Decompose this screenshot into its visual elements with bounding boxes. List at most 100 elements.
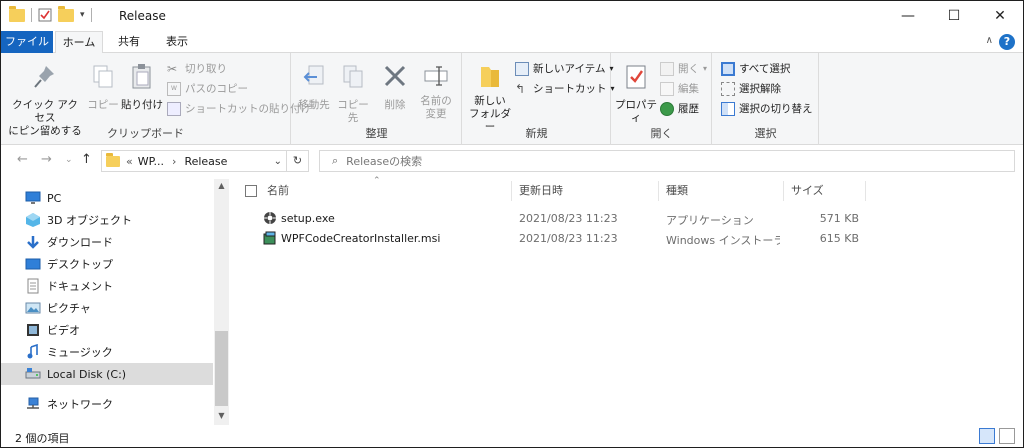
new-group: 新しい フォルダー 新しいアイテム ▾ ↰ ショートカット ▾ 新規 — [463, 53, 615, 145]
quick-access-toolbar: ▾ — [9, 5, 92, 22]
paste-shortcut-button[interactable]: ショートカットの貼り付け — [167, 101, 311, 116]
properties-quick-icon[interactable] — [38, 8, 52, 22]
file-name[interactable]: WPFCodeCreatorInstaller.msi — [281, 232, 440, 245]
pictures-icon — [25, 302, 41, 314]
search-box[interactable]: ⌕ Releaseの検索 — [319, 150, 1015, 172]
download-icon — [27, 236, 39, 249]
open-group: プロパティ 開く ▾ 編集 履歴 開く — [612, 53, 712, 145]
forward-arrow-icon[interactable]: → — [41, 152, 52, 167]
move-to-icon — [303, 65, 324, 85]
file-size: 615 KB — [819, 232, 859, 245]
up-arrow-icon[interactable]: ↑ — [81, 152, 92, 167]
select-all-button[interactable]: すべて選択 — [721, 61, 790, 76]
select-all-checkbox[interactable] — [245, 185, 257, 197]
column-header-type[interactable]: 種類 — [660, 179, 783, 203]
tab-home[interactable]: ホーム — [55, 31, 103, 54]
copy-button[interactable]: コピー — [87, 59, 119, 112]
tab-file[interactable]: ファイル — [1, 31, 53, 53]
scroll-down-icon[interactable]: ▼ — [214, 411, 229, 420]
nav-item-documents[interactable]: ドキュメント — [1, 275, 213, 297]
open-button[interactable]: 開く ▾ — [660, 61, 707, 76]
back-arrow-icon[interactable]: ← — [17, 152, 28, 167]
nav-item-pictures[interactable]: ピクチャ — [1, 297, 213, 319]
edit-button[interactable]: 編集 — [660, 81, 699, 96]
file-size: 571 KB — [819, 212, 859, 225]
open-icon — [660, 61, 674, 76]
copy-path-button[interactable]: W パスのコピー — [167, 81, 248, 96]
pin-icon — [34, 66, 54, 88]
tab-share[interactable]: 共有 — [109, 31, 149, 53]
help-icon[interactable]: ? — [999, 34, 1015, 50]
desktop-icon — [25, 258, 41, 270]
breadcrumb-wp[interactable]: WP... — [138, 155, 164, 168]
setup-exe-icon — [264, 212, 276, 224]
select-group-label: 選択 — [754, 127, 777, 140]
organize-group: 移動先 コピー先 削除 名前の 変更 整理 — [292, 53, 462, 145]
history-button[interactable]: 履歴 — [660, 101, 699, 116]
new-item-icon — [515, 61, 529, 76]
details-view-icon[interactable] — [979, 428, 995, 444]
explorer-window: ▾ Release — ☐ ✕ ファイル ホーム 共有 表示 ∧ ? クイック … — [0, 0, 1024, 448]
open-dropdown-icon: ▾ — [703, 64, 708, 73]
close-button[interactable]: ✕ — [977, 1, 1023, 31]
table-row[interactable]: WPFCodeCreatorInstaller.msi 2021/08/23 1… — [231, 229, 1023, 249]
navigation-pane: PC 3D オブジェクト ダウンロード デスクトップ ドキュメント ピクチャ ビ… — [1, 179, 229, 425]
nav-pane-scrollbar[interactable]: ▲ ▼ — [214, 179, 229, 425]
table-row[interactable]: setup.exe 2021/08/23 11:23 アプリケーション 571 … — [231, 209, 1023, 229]
properties-button[interactable]: プロパティ — [614, 59, 658, 125]
nav-item-local-disk[interactable]: Local Disk (C:) — [1, 363, 213, 385]
nav-item-desktop[interactable]: デスクトップ — [1, 253, 213, 275]
easy-access-shortcut-button[interactable]: ↰ ショートカット ▾ — [515, 81, 615, 96]
open-group-label: 開く — [650, 127, 673, 140]
paste-icon — [132, 64, 151, 89]
select-group: すべて選択 選択解除 選択の切り替え 選択 — [713, 53, 819, 145]
minimize-button[interactable]: — — [885, 1, 931, 31]
nav-item-videos[interactable]: ビデオ — [1, 319, 213, 341]
recent-locations-icon[interactable]: ⌄ — [65, 155, 73, 165]
select-none-button[interactable]: 選択解除 — [721, 81, 781, 96]
select-none-icon — [721, 81, 735, 96]
scroll-up-icon[interactable]: ▲ — [214, 181, 229, 190]
copy-to-button[interactable]: コピー先 — [334, 59, 372, 125]
scissors-icon: ✂ — [167, 61, 178, 76]
nav-item-pc[interactable]: PC — [1, 187, 213, 209]
delete-button[interactable]: 削除 — [380, 59, 410, 112]
column-header-modified[interactable]: 更新日時 — [513, 179, 658, 203]
large-icons-view-icon[interactable] — [999, 428, 1015, 444]
rename-button[interactable]: 名前の 変更 — [416, 59, 456, 121]
nav-item-music[interactable]: ミュージック — [1, 341, 213, 363]
ribbon-collapse-icon[interactable]: ∧ — [986, 35, 993, 46]
file-modified: 2021/08/23 11:23 — [519, 212, 618, 225]
rename-icon — [424, 66, 448, 86]
paste-button[interactable]: 貼り付け — [121, 59, 163, 112]
copy-path-icon: W — [167, 81, 181, 96]
tab-view[interactable]: 表示 — [157, 31, 197, 53]
maximize-button[interactable]: ☐ — [931, 1, 977, 31]
address-dropdown-icon[interactable]: ⌄ — [274, 156, 282, 167]
file-name[interactable]: setup.exe — [281, 212, 335, 225]
new-folder-quick-icon[interactable] — [58, 5, 74, 22]
breadcrumb-release[interactable]: Release — [184, 155, 227, 168]
column-header-name[interactable]: 名前 — [261, 179, 511, 203]
scroll-thumb[interactable] — [215, 331, 228, 406]
column-header-size[interactable]: サイズ — [785, 179, 865, 203]
organize-group-label: 整理 — [365, 127, 388, 140]
move-to-button[interactable]: 移動先 — [296, 59, 332, 112]
file-type: Windows インストーラー ... — [666, 234, 780, 247]
delete-icon — [384, 65, 406, 87]
music-icon — [27, 344, 38, 359]
address-bar[interactable]: « WP... › Release ⌄ ↻ — [101, 150, 309, 172]
invert-selection-button[interactable]: 選択の切り替え — [721, 101, 813, 116]
qat-dropdown-icon[interactable]: ▾ — [80, 10, 85, 20]
nav-item-3d-objects[interactable]: 3D オブジェクト — [1, 209, 213, 231]
address-prefix[interactable]: « — [126, 155, 133, 168]
new-folder-icon — [481, 67, 499, 87]
breadcrumb-separator[interactable]: › — [172, 155, 176, 168]
refresh-icon[interactable]: ↻ — [286, 151, 308, 171]
nav-item-downloads[interactable]: ダウンロード — [1, 231, 213, 253]
new-folder-button[interactable]: 新しい フォルダー — [467, 59, 513, 134]
new-item-button[interactable]: 新しいアイテム ▾ — [515, 61, 613, 76]
clipboard-group: クイック アクセス にピン留めする コピー 貼り付け ✂ 切り取り W パスのコ… — [1, 53, 311, 145]
nav-item-network[interactable]: ネットワーク — [1, 393, 213, 415]
cut-button[interactable]: ✂ 切り取り — [167, 61, 227, 76]
